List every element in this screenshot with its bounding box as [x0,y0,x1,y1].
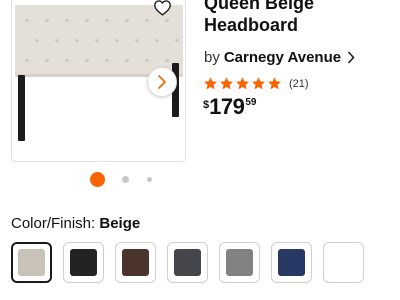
brand-link[interactable]: by Carnegy Avenue [204,49,355,66]
price-currency: $ [203,99,210,111]
carousel-dot-3[interactable] [147,177,152,182]
carousel-dot-2[interactable] [122,176,129,183]
star-rating[interactable]: (21) [203,76,309,91]
star-icon [236,77,249,90]
swatch-color-chip [122,249,149,276]
chevron-right-icon [158,75,166,89]
color-swatch-dark-gray[interactable] [167,242,208,283]
price-dollars: 179 [209,94,245,119]
tuft-button [25,59,29,62]
headboard-leg-left [18,75,25,141]
color-swatch-gray[interactable] [219,242,260,283]
tuft-button [155,39,159,42]
tuft-button [165,59,169,62]
favorite-button[interactable] [151,0,173,16]
next-image-button[interactable] [147,67,177,97]
star-icon [220,77,233,90]
tuft-button [95,39,99,42]
price-cents: 59 [245,97,257,108]
color-swatch-black[interactable] [63,242,104,283]
tuft-button [145,59,149,62]
tuft-button [175,39,179,42]
brand-prefix: by [204,49,220,66]
tuft-button [55,39,59,42]
tuft-button [35,39,39,42]
swatch-color-chip [226,249,253,276]
color-swatch-navy[interactable] [271,242,312,283]
star-icon [268,77,281,90]
tuft-button [25,19,29,22]
tuft-button [145,19,149,22]
tuft-button [45,19,49,22]
tuft-button [135,39,139,42]
star-icon [252,77,265,90]
carousel-indicators [90,172,152,187]
color-swatch-white[interactable] [323,242,364,283]
swatch-color-chip [330,249,357,276]
tuft-button [65,59,69,62]
swatch-color-chip [70,249,97,276]
tuft-button [105,19,109,22]
tuft-button [115,39,119,42]
product-price: $17959 [203,94,256,120]
color-swatch-beige[interactable] [11,242,52,283]
swatch-color-chip [278,249,305,276]
heart-outline-icon [153,0,171,16]
tuft-button [45,59,49,62]
product-image-carousel[interactable] [11,0,186,162]
color-swatch-list [11,242,375,283]
tuft-button [165,19,169,22]
carousel-dot-1[interactable] [90,172,105,187]
tuft-button [75,39,79,42]
color-finish-title: Color/Finish: [11,215,96,232]
swatch-color-chip [174,249,201,276]
swatch-color-chip [18,249,45,276]
review-count[interactable]: (21) [289,78,309,90]
tuft-button [65,19,69,22]
tuft-button [125,59,129,62]
tuft-button [85,19,89,22]
color-finish-label: Color/Finish: Beige [11,215,140,232]
product-title: Queen Beige Headboard [204,0,315,35]
tuft-button [105,59,109,62]
color-swatch-brown[interactable] [115,242,156,283]
star-icon [204,77,217,90]
chevron-right-icon [347,51,355,64]
tuft-button [125,19,129,22]
color-finish-selected: Beige [99,215,141,232]
brand-name: Carnegy Avenue [223,49,342,66]
tuft-button [85,59,89,62]
